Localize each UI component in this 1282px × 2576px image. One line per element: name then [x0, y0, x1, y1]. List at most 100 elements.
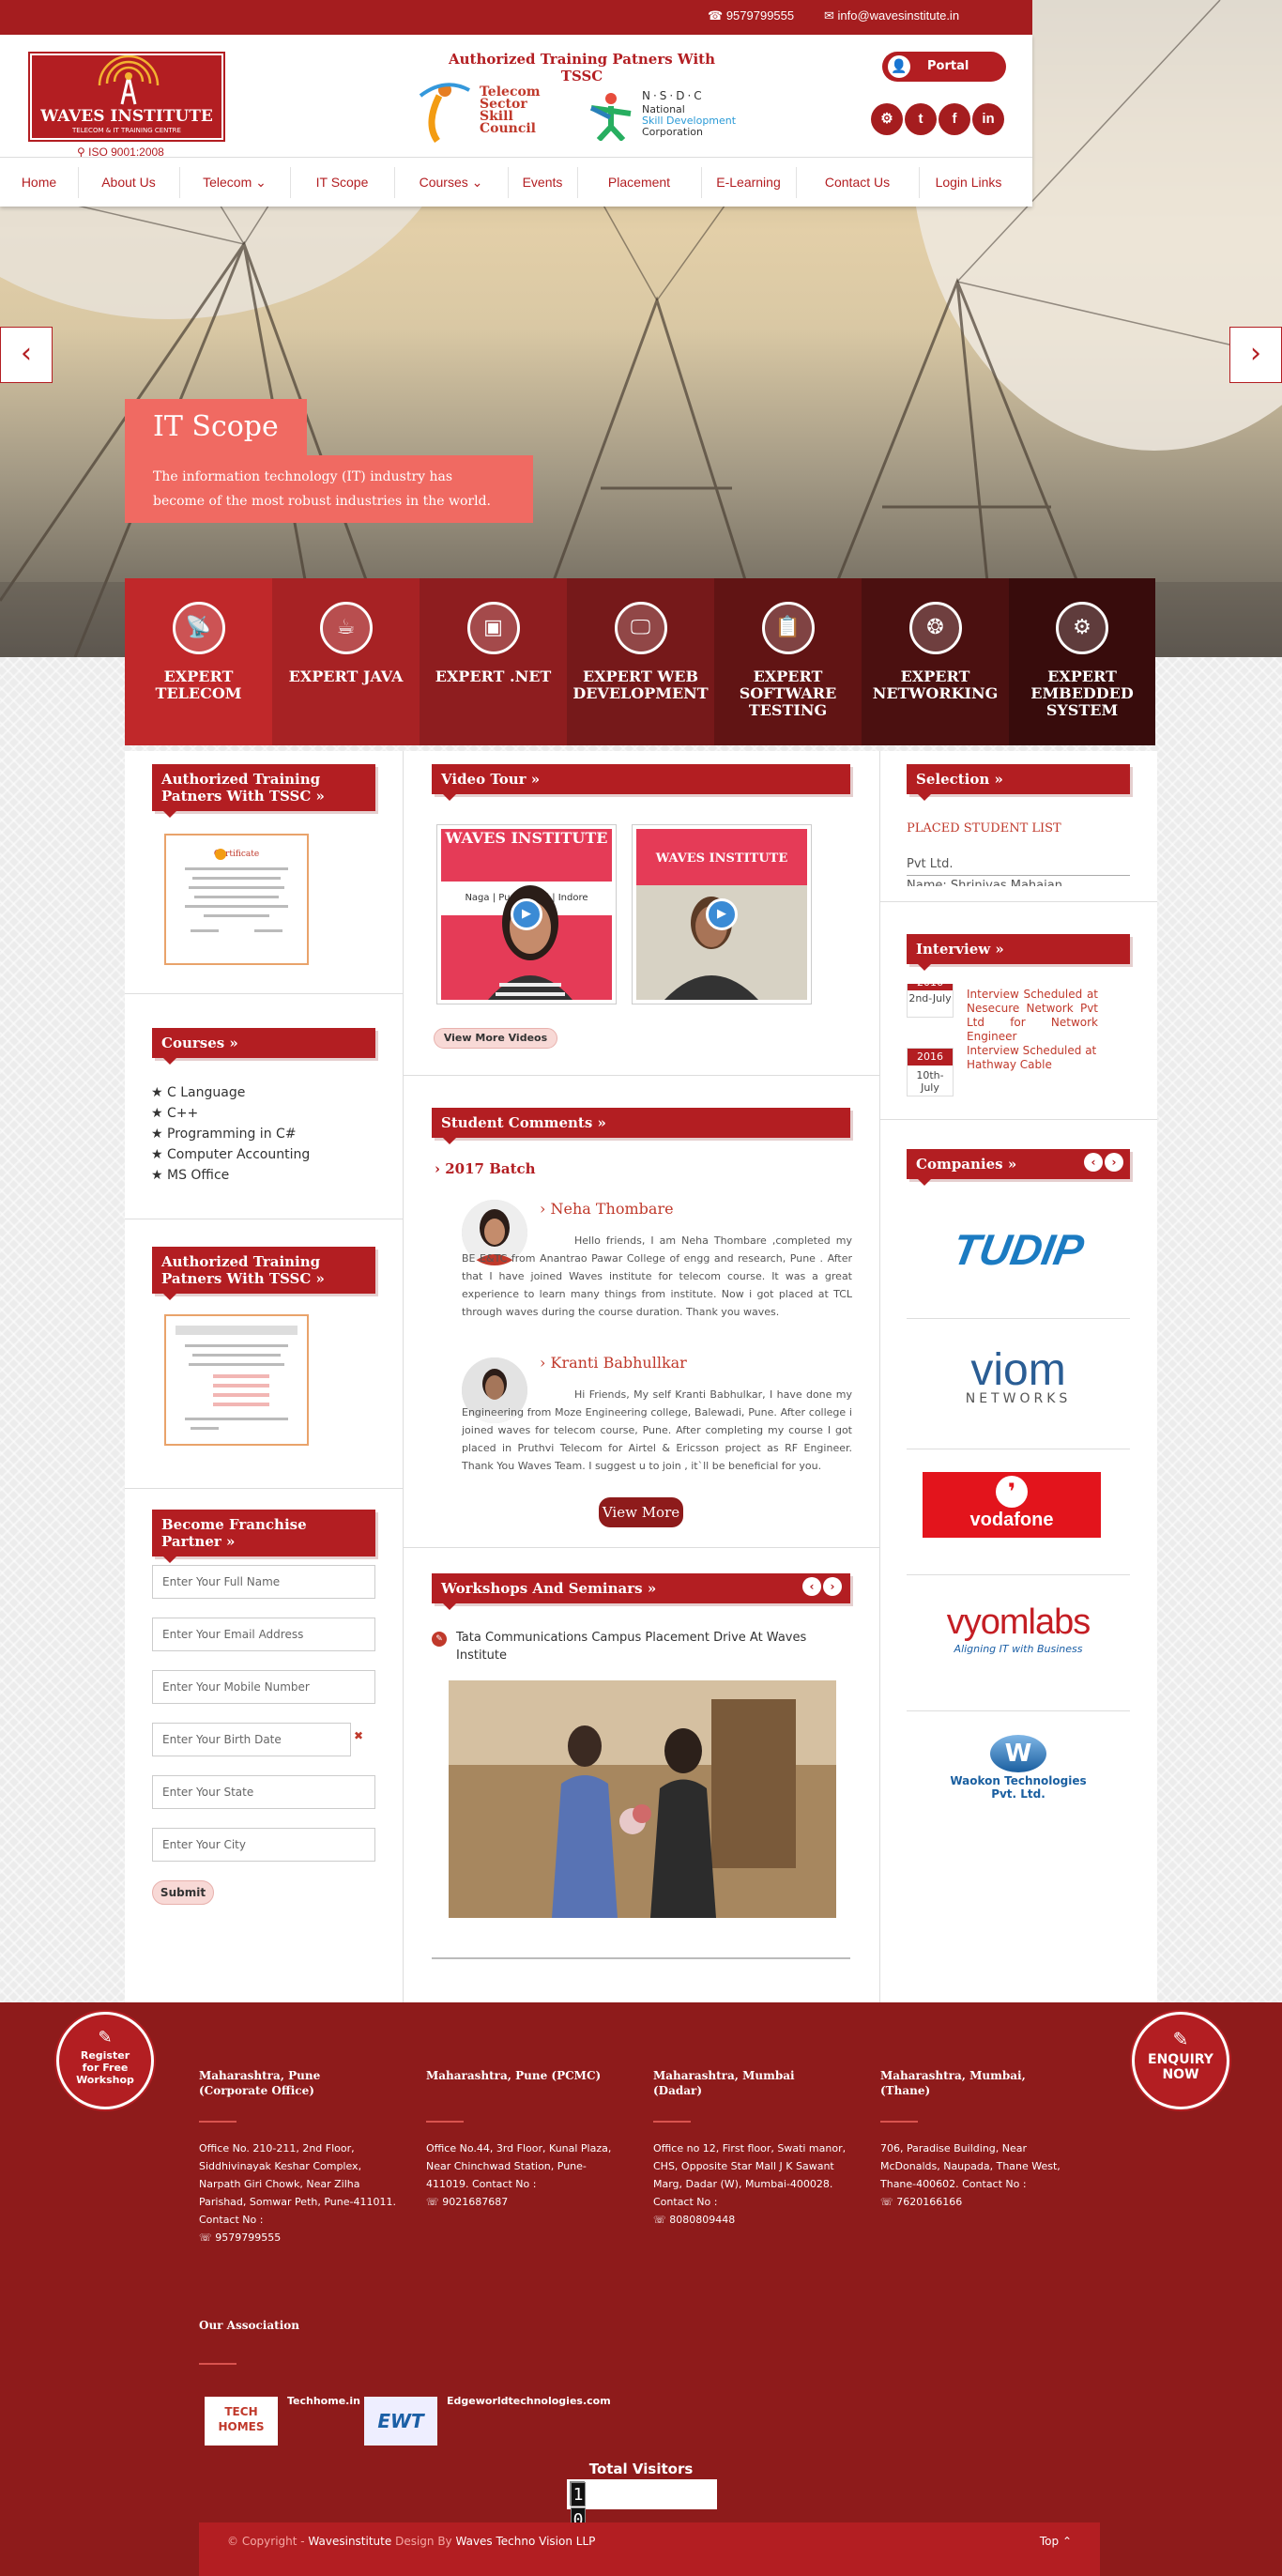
slider-next-button[interactable]: › [1229, 327, 1282, 383]
designer-link[interactable]: Waves Techno Vision LLP [456, 2535, 596, 2548]
back-to-top-link[interactable]: Top ⌃ [1040, 2522, 1072, 2560]
tower-icon: 📡 [172, 602, 225, 654]
course-item[interactable]: ★ C Language [151, 1082, 310, 1103]
workshop-photo[interactable] [449, 1680, 836, 1918]
register-workshop-badge[interactable]: ✎ Register for Free Workshop [56, 2012, 154, 2109]
video-tour-heading: Video Tour » [432, 764, 850, 801]
nav-login-links[interactable]: Login Links [919, 158, 1018, 207]
nav-events[interactable]: Events [508, 158, 577, 207]
franchise-heading: Become Franchise Partner » [152, 1510, 375, 1563]
android-icon[interactable]: ⚙ [871, 103, 903, 135]
mobile-field[interactable]: Enter Your Mobile Number [152, 1670, 375, 1704]
interview-ticker: 2016 2nd-July Interview Scheduled at Nes… [907, 984, 1130, 1096]
service-dotnet[interactable]: ▣ EXPERT .NET [420, 578, 567, 745]
company-logo-waokon[interactable]: W Waokon Technologies Pvt. Ltd. [907, 1727, 1130, 1831]
tssc-text: Telecom Sector Skill Council [480, 84, 541, 136]
comment-author: › Neha Thombare [540, 1200, 674, 1218]
left-auth-heading-1: Authorized Training Patners With TSSC » [152, 764, 375, 818]
office-address: Office No. 210-211, 2nd Floor, Siddhivin… [199, 2142, 396, 2244]
submit-button[interactable]: Submit [152, 1880, 214, 1905]
slider-prev-button[interactable]: ‹ [0, 327, 53, 383]
ewt-logo[interactable]: EWT [364, 2397, 437, 2446]
nav-placement[interactable]: Placement [577, 158, 701, 207]
play-icon[interactable]: ▶ [511, 898, 542, 930]
chevron-right-icon[interactable]: › [1105, 1153, 1123, 1172]
header: WAVES INSTITUTE TELECOM & IT TRAINING CE… [0, 35, 1032, 207]
network-icon: ❂ [908, 602, 962, 654]
email-contact[interactable]: ✉ info@wavesinstitute.in [824, 8, 959, 23]
birth-date-field[interactable]: Enter Your Birth Date [152, 1723, 351, 1756]
video-thumbnail-1[interactable]: WAVES INSTITUTE Naga | Pune | Bad | Indo… [436, 824, 617, 1004]
document-icon: ✎ [98, 2028, 113, 2047]
service-telecom[interactable]: 📡 EXPERT TELECOM [125, 578, 272, 745]
student-comments-heading: Student Comments » [432, 1108, 850, 1144]
logo[interactable]: WAVES INSTITUTE TELECOM & IT TRAINING CE… [28, 52, 225, 142]
nav-e-learning[interactable]: E-Learning [701, 158, 796, 207]
certificate-image-2[interactable] [164, 1314, 309, 1446]
slide-title: IT Scope [125, 399, 307, 455]
service-web-development[interactable]: 🖵 EXPERT WEB DEVELOPMENT [567, 578, 714, 745]
full-name-field[interactable]: Enter Your Full Name [152, 1565, 375, 1599]
user-lock-icon: 👤 [888, 55, 910, 78]
edgeworld-link[interactable]: Edgeworldtechnologies.com [447, 2395, 611, 2407]
nav-about-us[interactable]: About Us [78, 158, 179, 207]
state-field[interactable]: Enter Your State [152, 1775, 375, 1809]
video-thumbnail-2[interactable]: WAVES INSTITUTE ▶ [632, 824, 812, 1004]
course-item[interactable]: ★ Computer Accounting [151, 1144, 310, 1165]
site-link[interactable]: Wavesinstitute [308, 2535, 391, 2548]
linkedin-icon[interactable]: in [972, 103, 1004, 135]
nsdc-logo[interactable]: N·S·D·C National Skill Development Corpora… [584, 89, 743, 143]
companies-carousel-arrows: ‹ › [1082, 1153, 1123, 1173]
comment-author: › Kranti Babhullkar [540, 1354, 687, 1372]
course-item[interactable]: ★ C++ [151, 1103, 310, 1124]
course-item[interactable]: ★ MS Office [151, 1165, 310, 1186]
tssc-logo[interactable]: Telecom Sector Skill Council [411, 77, 580, 144]
view-more-videos-button[interactable]: View More Videos [434, 1028, 557, 1049]
email-field[interactable]: Enter Your Email Address [152, 1618, 375, 1651]
comment-text: Hello friends, I am Neha Thombare ,compl… [462, 1234, 852, 1318]
company-logo-viom[interactable]: viom NETWORKS [907, 1333, 1130, 1436]
logo-text: WAVES INSTITUTE [40, 107, 213, 126]
chevron-left-icon[interactable]: ‹ [1084, 1153, 1103, 1172]
workshop-item-title[interactable]: ✎ Tata Communications Campus Placement D… [432, 1629, 850, 1664]
office-title: Maharashtra, Pune (Corporate Office) [199, 2069, 321, 2097]
chevron-right-icon[interactable]: › [823, 1577, 842, 1596]
enquiry-now-badge[interactable]: ✎ ENQUIRY NOW [1132, 2012, 1229, 2109]
nav-contact-us[interactable]: Contact Us [796, 158, 919, 207]
services-strip: 📡 EXPERT TELECOM ☕ EXPERT JAVA ▣ EXPERT .NE… [125, 578, 1155, 745]
course-item[interactable]: ★ Programming in C# [151, 1124, 310, 1144]
techhome-link[interactable]: Techhome.in [287, 2395, 360, 2407]
view-more-comments-button[interactable]: View More [599, 1497, 683, 1527]
service-embedded-system[interactable]: ⚙ EXPERT EMBEDDED SYSTEM [1009, 578, 1155, 745]
left-auth-heading-2: Authorized Training Patners With TSSC » [152, 1247, 375, 1300]
footer: ✎ Register for Free Workshop ✎ ENQUIRY N… [0, 2002, 1282, 2576]
play-icon[interactable]: ▶ [706, 898, 738, 930]
logo-subtext: TELECOM & IT TRAINING CENTRE [72, 127, 181, 134]
nav-home[interactable]: Home [0, 158, 78, 207]
company-logo-tudip[interactable]: TUDIP [907, 1202, 1130, 1305]
company-logo-vyomlabs[interactable]: vyomlabs Aligning IT with Business [907, 1591, 1130, 1694]
office-address: Office No.44, 3rd Floor, Kunal Plaza, Ne… [426, 2142, 612, 2208]
service-networking[interactable]: ❂ EXPERT NETWORKING [862, 578, 1009, 745]
facebook-icon[interactable]: f [939, 103, 970, 135]
nav-telecom[interactable]: Telecom ⌄ [179, 158, 290, 207]
nav-it-scope[interactable]: IT Scope [290, 158, 394, 207]
interview-item[interactable]: Interview Scheduled at Hathway Cable [967, 1044, 1098, 1072]
clear-date-icon[interactable]: ✖ [354, 1729, 363, 1742]
techhome-logo[interactable]: TECH HOMES [205, 2397, 278, 2446]
company-logo-vodafone[interactable]: ❜ vodafone [923, 1472, 1101, 1538]
nav-courses[interactable]: Courses ⌄ [394, 158, 508, 207]
phone-contact[interactable]: ☎ 9579799555 [708, 8, 794, 23]
interview-item[interactable]: Interview Scheduled at Nesecure Network … [967, 988, 1098, 1044]
service-java[interactable]: ☕ EXPERT JAVA [272, 578, 420, 745]
chevron-left-icon[interactable]: ‹ [802, 1577, 821, 1596]
certificate-image-1[interactable]: Certificate [164, 834, 309, 965]
copyright-bar: © Copyright - Wavesinstitute Design By W… [199, 2522, 1100, 2576]
portal-login-button[interactable]: 👤 Portal Login [882, 52, 1006, 103]
workshop-icon: ✎ [432, 1632, 447, 1647]
city-field[interactable]: Enter Your City [152, 1828, 375, 1862]
service-software-testing[interactable]: 📋 EXPERT SOFTWARE TESTING [714, 578, 862, 745]
placed-students-ticker: Pvt Ltd. Name: Shrinivas Mahajan [907, 854, 1130, 886]
twitter-icon[interactable]: t [905, 103, 937, 135]
counter-digit: 1 [571, 2482, 586, 2507]
